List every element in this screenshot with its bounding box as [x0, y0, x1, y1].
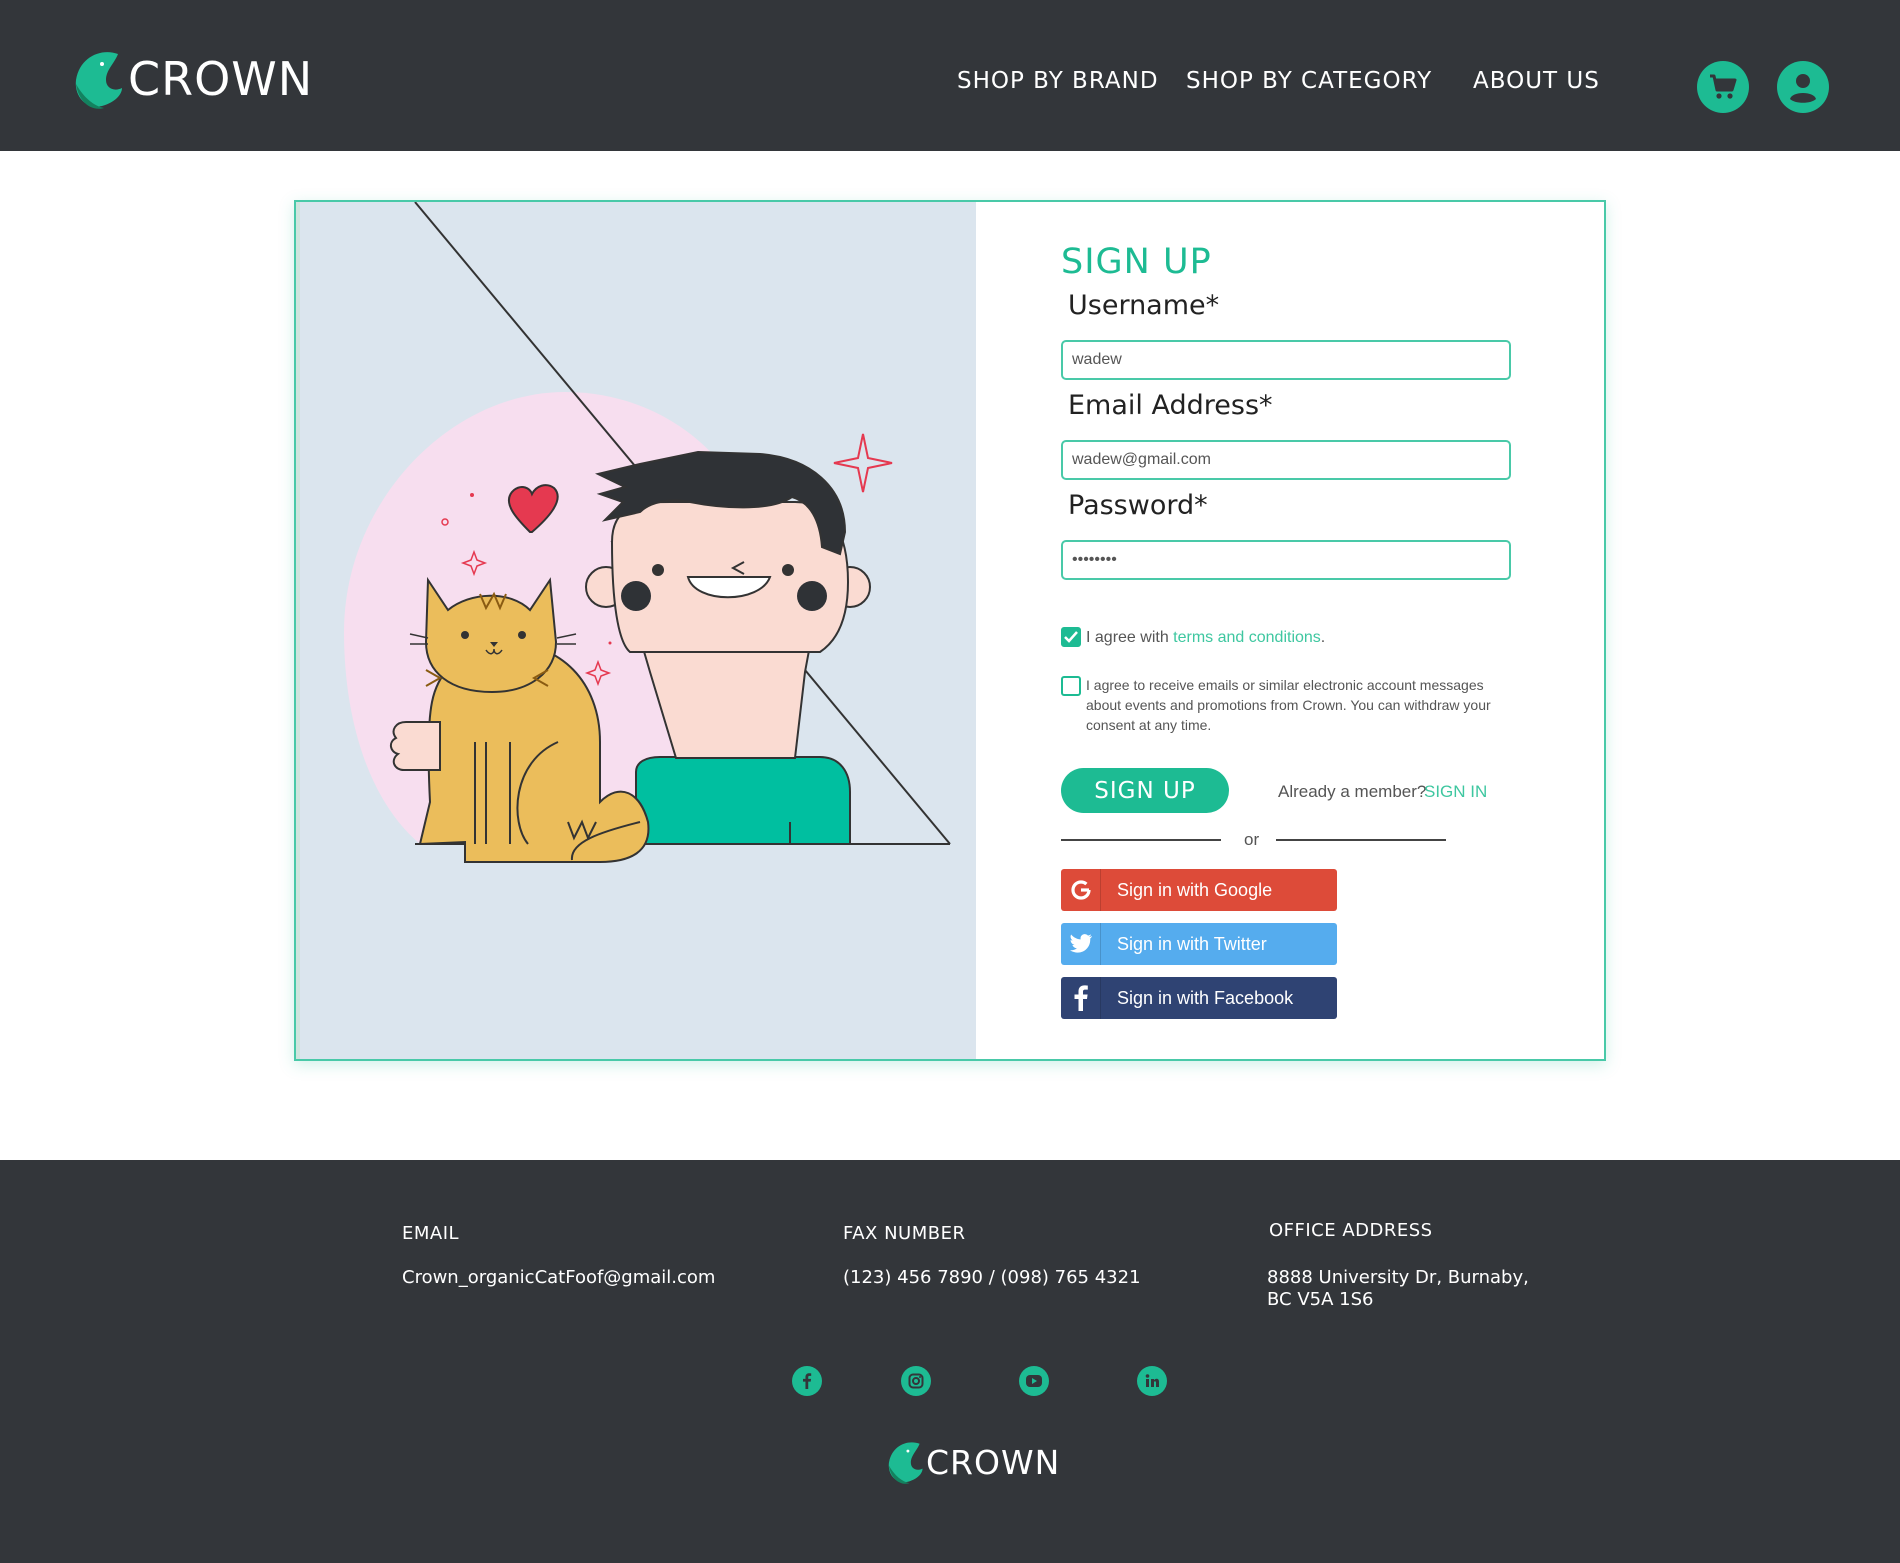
or-divider-left	[1061, 839, 1221, 841]
cat-leaf-logo-icon	[75, 52, 122, 109]
linkedin-icon	[1145, 1374, 1159, 1387]
username-label: Username*	[1068, 290, 1220, 321]
cart-icon	[1710, 74, 1737, 99]
agree-emails-checkbox[interactable]	[1061, 676, 1081, 696]
terms-link[interactable]: terms and conditions	[1173, 629, 1321, 646]
footer-facebook-link[interactable]	[792, 1366, 822, 1396]
twitter-signin-label: Sign in with Twitter	[1117, 933, 1267, 954]
footer-email-heading: EMAIL	[402, 1223, 460, 1244]
already-member-text: Already a member?	[1278, 782, 1427, 801]
nav-about-us[interactable]: ABOUT US	[1473, 68, 1600, 94]
google-signin-label: Sign in with Google	[1117, 879, 1273, 900]
facebook-icon	[803, 1373, 812, 1389]
username-input[interactable]	[1061, 340, 1511, 380]
password-input[interactable]	[1061, 540, 1511, 580]
agree-terms-prefix: I agree with	[1086, 629, 1174, 646]
footer-youtube-link[interactable]	[1019, 1366, 1049, 1396]
footer-email-value[interactable]: Crown_organicCatFoof@gmail.com	[402, 1267, 715, 1289]
signup-card: SIGN UP Username* Email Address* Passwor…	[294, 200, 1606, 1061]
footer-address-line2: BC V5A 1S6	[1267, 1289, 1374, 1310]
twitter-icon	[1061, 923, 1101, 965]
cart-button[interactable]	[1697, 61, 1749, 113]
signup-button[interactable]: SIGN UP	[1061, 768, 1229, 813]
account-button[interactable]	[1777, 61, 1829, 113]
instagram-icon	[908, 1373, 924, 1389]
footer-fax-heading: FAX NUMBER	[843, 1223, 966, 1244]
site-footer	[0, 1160, 1900, 1563]
youtube-icon	[1026, 1375, 1042, 1387]
agree-emails-text: I agree to receive emails or similar ele…	[1086, 677, 1491, 733]
footer-linkedin-link[interactable]	[1137, 1366, 1167, 1396]
signin-link[interactable]: SIGN IN	[1424, 782, 1487, 802]
google-signin-button[interactable]: Sign in with Google	[1061, 869, 1337, 911]
email-input[interactable]	[1061, 440, 1511, 480]
illustration-panel	[296, 201, 976, 1059]
agree-terms-checkbox[interactable]	[1061, 627, 1081, 647]
password-label: Password*	[1068, 490, 1208, 521]
footer-address-line1: 8888 University Dr, Burnaby,	[1267, 1267, 1529, 1288]
brand-name: CROWN	[128, 52, 314, 106]
footer-address-heading: OFFICE ADDRESS	[1269, 1220, 1433, 1241]
twitter-signin-button[interactable]: Sign in with Twitter	[1061, 923, 1337, 965]
footer-logo[interactable]: CROWN	[886, 1436, 1060, 1488]
google-icon	[1061, 869, 1101, 911]
form-title: SIGN UP	[1061, 242, 1212, 282]
nav-shop-by-category[interactable]: SHOP BY CATEGORY	[1186, 68, 1432, 94]
email-label: Email Address*	[1068, 390, 1273, 421]
person-with-cat-illustration	[344, 201, 951, 863]
footer-brand-name: CROWN	[926, 1442, 1061, 1482]
cat-leaf-logo-icon	[888, 1442, 923, 1484]
checkmark-icon	[1064, 631, 1078, 643]
header-logo[interactable]: CROWN	[72, 44, 313, 114]
facebook-icon	[1061, 977, 1101, 1019]
agree-terms-text: I agree with terms and conditions.	[1086, 628, 1325, 648]
site-header: CROWN SHOP BY BRAND SHOP BY CATEGORY ABO…	[0, 0, 1900, 151]
user-icon	[1790, 74, 1816, 103]
signup-form: SIGN UP Username* Email Address* Passwor…	[976, 202, 1604, 1059]
footer-instagram-link[interactable]	[901, 1366, 931, 1396]
or-text: or	[1244, 830, 1260, 849]
footer-fax-value: (123) 456 7890 / (098) 765 4321	[843, 1267, 1141, 1288]
agree-terms-suffix: .	[1320, 629, 1326, 646]
nav-shop-by-brand[interactable]: SHOP BY BRAND	[957, 68, 1159, 94]
facebook-signin-label: Sign in with Facebook	[1117, 987, 1294, 1008]
facebook-signin-button[interactable]: Sign in with Facebook	[1061, 977, 1337, 1019]
or-divider-right	[1276, 839, 1446, 841]
